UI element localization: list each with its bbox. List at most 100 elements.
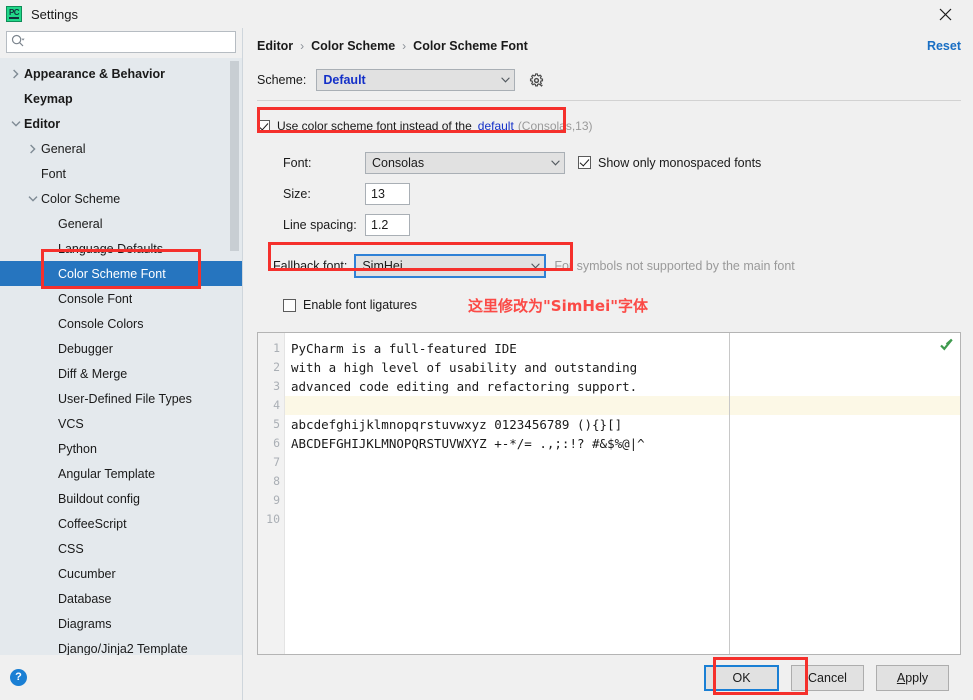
ligatures-checkbox[interactable] (283, 298, 296, 312)
cancel-button[interactable]: Cancel (791, 664, 864, 691)
use-scheme-font-row[interactable]: Use color scheme font instead of the def… (257, 113, 961, 139)
monospaced-checkbox[interactable] (578, 156, 591, 169)
sidebar-item-label: Appearance & Behavior (24, 66, 166, 81)
preview-code-line: with a high level of usability and outst… (291, 360, 638, 375)
preview-line-number: 9 (273, 493, 280, 507)
breadcrumb: Editor › Color Scheme › Color Scheme Fon… (257, 28, 961, 64)
sidebar-item-label: Database (58, 591, 112, 606)
preview-line-number: 4 (273, 398, 280, 412)
preview-line-number: 1 (273, 341, 280, 355)
preview-line-number: 7 (273, 455, 280, 469)
title-bar: PC Settings (0, 0, 973, 28)
preview-line-number: 3 (273, 379, 280, 393)
sidebar-item-database[interactable]: Database (0, 586, 242, 611)
sidebar-item-diagrams[interactable]: Diagrams (0, 611, 242, 636)
ligatures-checkbox-group[interactable]: Enable font ligatures (283, 298, 417, 312)
sidebar-item-css[interactable]: CSS (0, 536, 242, 561)
sidebar-scrollbar[interactable] (228, 58, 242, 655)
font-dropdown[interactable]: Consolas (365, 151, 565, 174)
chevron-down-icon[interactable] (25, 195, 41, 203)
settings-sidebar: Appearance & Behavior Keymap Editor General… (0, 28, 243, 700)
monospaced-row[interactable]: Show only monospaced fonts (578, 156, 761, 170)
preview-line-number: 2 (273, 360, 280, 374)
search-input[interactable] (28, 33, 231, 51)
scheme-row: Scheme: Default (257, 64, 961, 96)
settings-tree[interactable]: Appearance & Behavior Keymap Editor General… (0, 58, 242, 655)
sidebar-item-font[interactable]: Font (0, 161, 242, 186)
font-dropdown-value: Consolas (372, 155, 425, 170)
sidebar-item-python[interactable]: Python (0, 436, 242, 461)
preview-code-line: PyCharm is a full-featured IDE (291, 341, 517, 356)
sidebar-item-vcs[interactable]: VCS (0, 411, 242, 436)
use-scheme-font-checkbox[interactable] (257, 119, 270, 133)
size-input[interactable]: 13 (365, 182, 410, 205)
font-form: Font: Consolas Show only monospaced font… (257, 149, 961, 318)
sidebar-item-label: CSS (58, 541, 84, 556)
preview-right-margin-line (729, 333, 730, 654)
reset-link[interactable]: Reset (927, 39, 961, 53)
settings-dialog: PC Settings Appearance & Behavior Keymap… (0, 0, 973, 700)
divider (257, 100, 961, 101)
close-icon[interactable] (925, 0, 965, 28)
sidebar-item-angular-template[interactable]: Angular Template (0, 461, 242, 486)
chevron-down-icon (496, 77, 514, 83)
sidebar-item-label: Diagrams (58, 616, 112, 631)
sidebar-item-diff-merge[interactable]: Diff & Merge (0, 361, 242, 386)
help-icon[interactable]: ? (10, 669, 27, 686)
font-preview-pane[interactable]: 1 2 3 4 5 6 7 8 9 10 PyCharm is a full-featured I… (257, 332, 961, 655)
preview-code-line (285, 396, 960, 415)
fallback-font-value: SimHei (362, 258, 403, 273)
sidebar-item-color-scheme-font[interactable]: Color Scheme Font (0, 261, 242, 286)
sidebar-item-editor[interactable]: Editor (0, 111, 242, 136)
settings-content: Editor › Color Scheme › Color Scheme Fon… (243, 28, 973, 700)
sidebar-item-label: User-Defined File Types (58, 391, 192, 406)
sidebar-item-console-colors[interactable]: Console Colors (0, 311, 242, 336)
sidebar-scrollbar-thumb[interactable] (230, 61, 239, 251)
preview-code-area[interactable]: PyCharm is a full-featured IDE with a hig… (285, 333, 960, 654)
ok-button[interactable]: OK (704, 664, 779, 691)
sidebar-item-keymap[interactable]: Keymap (0, 86, 242, 111)
monospaced-label: Show only monospaced fonts (598, 155, 762, 170)
preview-line-number: 8 (273, 474, 280, 488)
sidebar-item-label: General (58, 216, 103, 231)
sidebar-item-buildout-config[interactable]: Buildout config (0, 486, 242, 511)
default-font-link[interactable]: default (478, 119, 514, 133)
preview-code-line (285, 453, 960, 472)
line-spacing-input[interactable]: 1.2 (365, 213, 410, 236)
sidebar-item-label: Language Defaults (58, 241, 163, 256)
sidebar-item-general[interactable]: General (0, 136, 242, 161)
fallback-font-dropdown[interactable]: SimHei (354, 253, 547, 278)
scheme-dropdown[interactable]: Default (316, 69, 516, 91)
gear-icon[interactable] (525, 69, 547, 91)
sidebar-item-appearance-behavior[interactable]: Appearance & Behavior (0, 61, 242, 86)
pycharm-logo-text: PC (8, 7, 20, 17)
breadcrumb-item-0[interactable]: Editor (257, 39, 293, 53)
sidebar-item-django-jinja2-template[interactable]: Django/Jinja2 Template (0, 636, 242, 656)
sidebar-item-console-font[interactable]: Console Font (0, 286, 242, 311)
scheme-label: Scheme: (257, 73, 307, 87)
preview-code-line: abcdefghijklmnopqrstuvwxyz 0123456789 ()… (291, 417, 623, 432)
sidebar-item-language-defaults[interactable]: Language Defaults (0, 236, 242, 261)
breadcrumb-item-2: Color Scheme Font (413, 39, 528, 53)
chevron-down-icon (526, 262, 544, 269)
chevron-down-icon[interactable] (8, 120, 24, 128)
window-title: Settings (31, 6, 78, 22)
pycharm-logo-icon: PC (6, 6, 22, 22)
preview-code-line (285, 510, 960, 529)
sidebar-item-label: VCS (58, 416, 84, 431)
chevron-right-icon[interactable] (25, 144, 41, 154)
sidebar-item-color-scheme[interactable]: Color Scheme (0, 186, 242, 211)
search-box[interactable] (6, 31, 236, 53)
sidebar-item-general[interactable]: General (0, 211, 242, 236)
apply-button[interactable]: Apply (876, 664, 949, 691)
sidebar-item-coffeescript[interactable]: CoffeeScript (0, 511, 242, 536)
sidebar-item-debugger[interactable]: Debugger (0, 336, 242, 361)
sidebar-item-user-defined-file-types[interactable]: User-Defined File Types (0, 386, 242, 411)
preview-code-line (285, 472, 960, 491)
sidebar-item-cucumber[interactable]: Cucumber (0, 561, 242, 586)
breadcrumb-item-1[interactable]: Color Scheme (311, 39, 395, 53)
sidebar-item-label: Font (41, 166, 67, 181)
ligatures-row: Enable font ligatures 这里修改为"SimHei"字体 (283, 292, 961, 318)
chevron-right-icon[interactable] (8, 69, 24, 79)
chevron-down-icon (546, 159, 564, 166)
